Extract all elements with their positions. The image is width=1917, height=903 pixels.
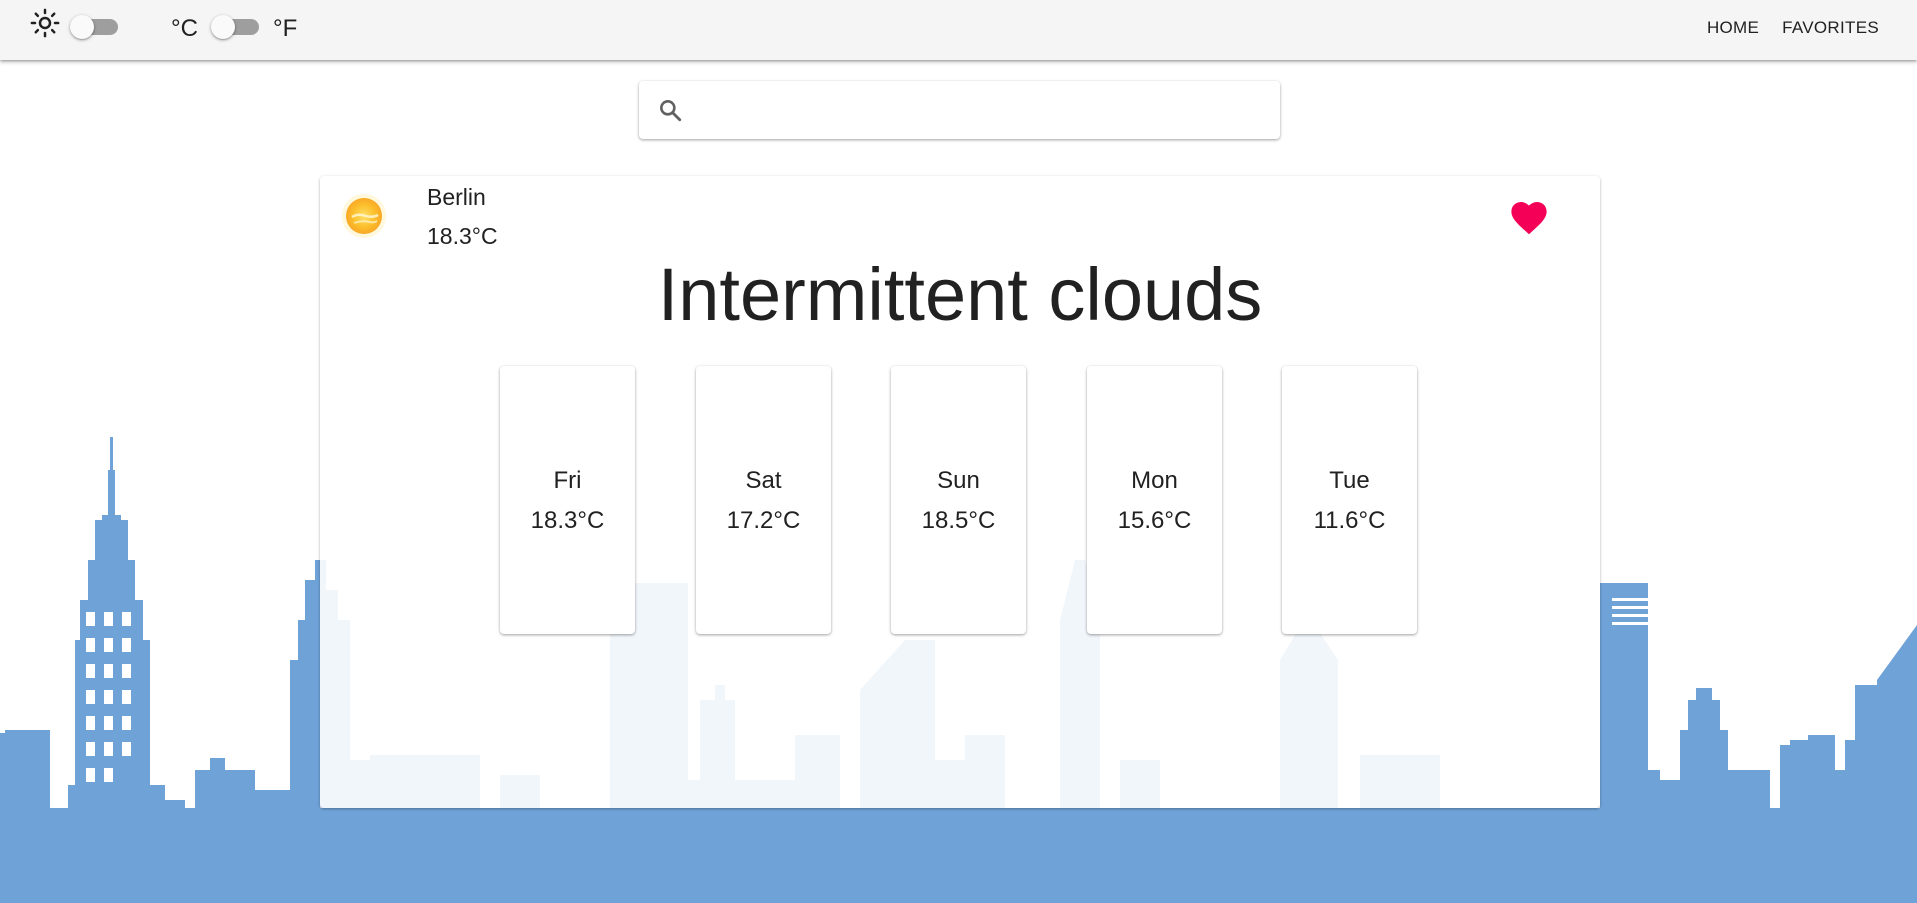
forecast-day-temp: 18.3°C	[530, 507, 605, 534]
unit-toggle-thumb[interactable]	[211, 15, 235, 39]
favorite-heart-icon[interactable]	[1508, 198, 1550, 236]
forecast-day-card[interactable]: Tue 11.6°C	[1282, 366, 1417, 634]
current-temperature: 18.3°C	[427, 223, 498, 249]
nav-home-link[interactable]: HOME	[1707, 18, 1759, 38]
forecast-day-temp: 11.6°C	[1313, 507, 1386, 534]
forecast-day-name: Tue	[1329, 467, 1370, 494]
city-search-box	[639, 81, 1280, 139]
forecast-day-temp: 15.6°C	[1117, 507, 1192, 534]
forecast-day-name: Sat	[745, 467, 782, 494]
forecast-day-card[interactable]: Fri 18.3°C	[500, 366, 635, 634]
top-app-bar: °C °F HOME FAVORITES	[0, 0, 1917, 60]
forecast-day-name: Mon	[1131, 467, 1178, 494]
weather-condition: Intermittent clouds	[657, 253, 1263, 336]
forecast-day-name: Fri	[553, 467, 582, 494]
celsius-label: °C	[171, 15, 198, 42]
nav-favorites-link[interactable]: FAVORITES	[1782, 18, 1879, 38]
moon-icon	[145, 10, 158, 36]
city-name: Berlin	[427, 184, 486, 210]
fahrenheit-label: °F	[273, 15, 298, 42]
five-day-forecast: Fri 18.3°C Sat 17.2°C Sun 18.5°C Mon 15.…	[500, 366, 1420, 636]
theme-toggle-thumb[interactable]	[70, 15, 94, 39]
search-input[interactable]	[697, 91, 1261, 131]
search-icon	[660, 100, 682, 122]
forecast-day-card[interactable]: Sat 17.2°C	[696, 366, 831, 634]
forecast-day-temp: 17.2°C	[726, 507, 801, 534]
main-nav: HOME FAVORITES	[1707, 18, 1879, 38]
forecast-day-temp: 18.5°C	[921, 507, 996, 534]
unit-toggle-switch[interactable]	[211, 8, 265, 39]
theme-toggle-switch[interactable]	[70, 8, 124, 39]
forecast-day-card[interactable]: Sun 18.5°C	[891, 366, 1026, 634]
forecast-day-name: Sun	[937, 467, 980, 494]
weather-card: Berlin 18.3°C Intermittent clouds Fri 18…	[320, 176, 1600, 808]
sun-with-clouds-icon	[342, 194, 386, 238]
forecast-day-card[interactable]: Mon 15.6°C	[1087, 366, 1222, 634]
sun-icon	[30, 8, 60, 38]
weather-app-page: °C °F HOME FAVORITES Berlin 18.3°C Inter…	[0, 0, 1917, 903]
